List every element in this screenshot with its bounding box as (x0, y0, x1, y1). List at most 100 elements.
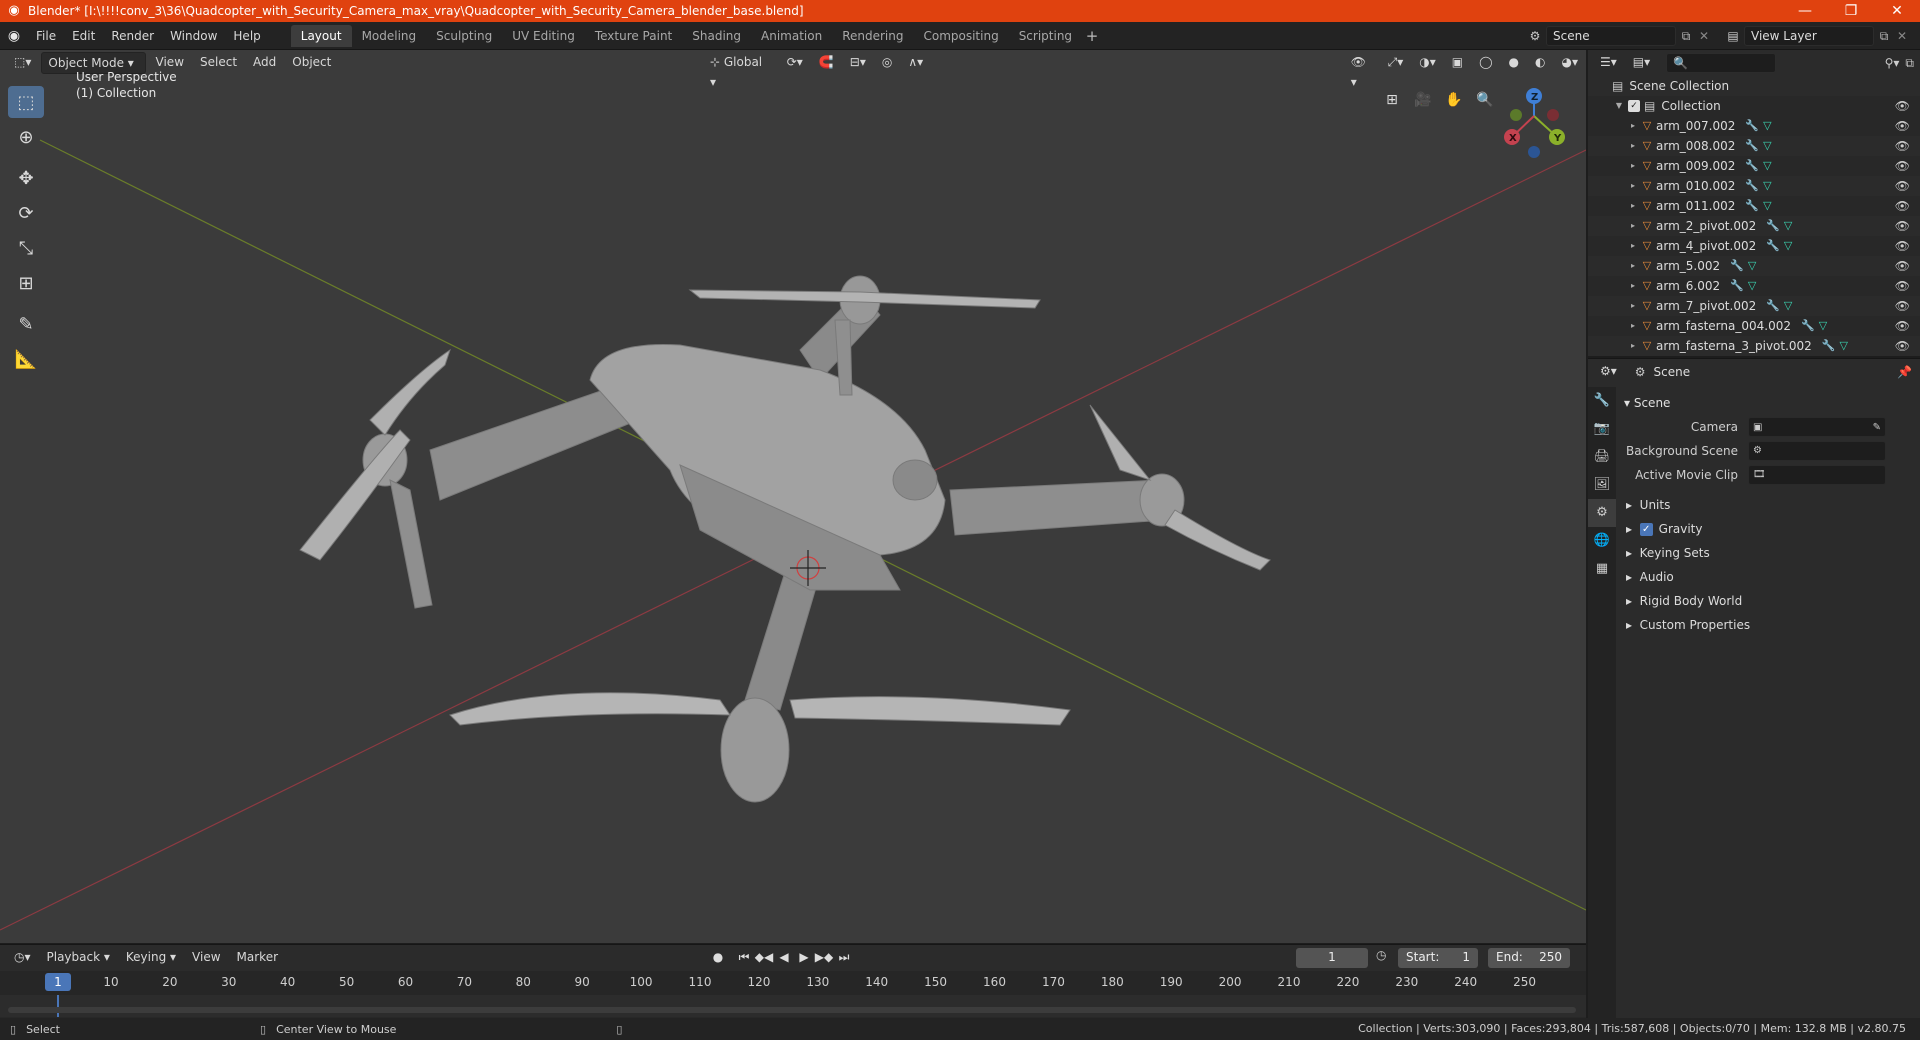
mesh-data-icon[interactable]: ▽ (1763, 136, 1771, 156)
expand-icon[interactable]: ▸ (1628, 156, 1638, 176)
xray-icon[interactable]: ▣ (1446, 52, 1469, 74)
eye-icon[interactable]: 👁 (1895, 216, 1910, 236)
mesh-data-icon[interactable]: ▽ (1784, 296, 1792, 316)
remove-scene-icon[interactable]: ✕ (1696, 29, 1712, 43)
outliner-object-row[interactable]: ▸ ▽ arm_4_pivot.002 🔧 ▽ 👁 (1588, 236, 1920, 256)
expand-icon[interactable]: ▸ (1628, 216, 1638, 236)
outliner-object-row[interactable]: ▸ ▽ arm_2_pivot.002 🔧 ▽ 👁 (1588, 216, 1920, 236)
scale-tool-icon[interactable]: ⤡ (8, 232, 44, 264)
mesh-data-icon[interactable]: ▽ (1784, 216, 1792, 236)
tab-modeling[interactable]: Modeling (352, 25, 427, 47)
scene-icon[interactable]: ⚙ (1524, 29, 1546, 43)
modifier-wrench-icon[interactable]: 🔧 (1745, 196, 1759, 216)
prev-keyframe-icon[interactable]: ◆◀ (754, 947, 774, 967)
outliner-scene-collection[interactable]: ▤ Scene Collection (1588, 76, 1920, 96)
scene-panel-header[interactable]: ▾ Scene (1618, 391, 1918, 415)
outliner-object-row[interactable]: ▸ ▽ arm_7_pivot.002 🔧 ▽ 👁 (1588, 296, 1920, 316)
expand-icon[interactable]: ▸ (1628, 136, 1638, 156)
new-scene-icon[interactable]: ⧉ (1676, 29, 1696, 44)
timeline-body[interactable] (0, 995, 1586, 1017)
record-icon[interactable]: ● (708, 947, 728, 967)
filter-icon[interactable]: ⚲▾ (1885, 56, 1900, 70)
menu-help[interactable]: Help (225, 22, 268, 50)
menu-edit[interactable]: Edit (64, 22, 103, 50)
menu-render[interactable]: Render (103, 22, 162, 50)
modifier-wrench-icon[interactable]: 🔧 (1766, 296, 1780, 316)
outliner-object-row[interactable]: ▸ ▽ arm_009.002 🔧 ▽ 👁 (1588, 156, 1920, 176)
outliner-object-row[interactable]: ▸ ▽ arm_fasterna_3_pivot.002 🔧 ▽ 👁 (1588, 336, 1920, 356)
tool-tab-icon[interactable]: 🔧 (1588, 387, 1616, 415)
minimize-button[interactable]: — (1782, 3, 1828, 19)
menu-window[interactable]: Window (162, 22, 225, 50)
viewport-menu-add[interactable]: Add (247, 52, 282, 74)
tab-layout[interactable]: Layout (290, 24, 352, 47)
eye-icon[interactable]: 👁 (1895, 256, 1910, 276)
tab-scripting[interactable]: Scripting (1009, 25, 1082, 47)
eye-icon[interactable]: 👁 (1895, 196, 1910, 216)
move-tool-icon[interactable]: ✥ (8, 162, 44, 194)
tab-rendering[interactable]: Rendering (832, 25, 913, 47)
end-frame-field[interactable]: End: 250 (1488, 948, 1570, 968)
tab-sculpting[interactable]: Sculpting (426, 25, 502, 47)
select-box-tool-icon[interactable]: ⬚ (8, 86, 44, 118)
blender-menu-icon[interactable]: ◉ (0, 28, 28, 44)
view-layer-field[interactable]: View Layer (1744, 26, 1874, 46)
pivot-point-icon[interactable]: ⟳▾ (781, 52, 809, 74)
outliner-search-icon[interactable]: 🔍 (1666, 53, 1777, 73)
eye-icon[interactable]: 👁 (1895, 336, 1910, 356)
eye-icon[interactable]: 👁 (1895, 276, 1910, 296)
timeline-menu-keying[interactable]: Keying ▾ (120, 947, 182, 969)
eye-icon[interactable]: 👁 (1895, 96, 1910, 116)
cursor-tool-icon[interactable]: ⊕ (8, 121, 44, 153)
tab-animation[interactable]: Animation (751, 25, 832, 47)
mesh-data-icon[interactable]: ▽ (1748, 256, 1756, 276)
output-tab-icon[interactable]: 🖨 (1588, 443, 1616, 471)
mesh-data-icon[interactable]: ▽ (1748, 276, 1756, 296)
outliner-object-row[interactable]: ▸ ▽ arm_5.002 🔧 ▽ 👁 (1588, 256, 1920, 276)
gizmo-toggle-icon[interactable]: ⤢▾ (1382, 52, 1410, 74)
outliner-object-row[interactable]: ▸ ▽ arm_fasterna_004.002 🔧 ▽ 👁 (1588, 316, 1920, 336)
tab-uv-editing[interactable]: UV Editing (502, 25, 585, 47)
background-scene-field[interactable]: ⚙ (1748, 441, 1886, 461)
camera-view-icon[interactable]: 🎥 (1409, 86, 1437, 114)
mesh-data-icon[interactable]: ▽ (1763, 156, 1771, 176)
play-icon[interactable]: ▶ (794, 947, 814, 967)
timeline-editor-type-icon[interactable]: ◷▾ (8, 947, 37, 969)
solid-shading-icon[interactable]: ● (1503, 52, 1525, 74)
outliner-object-row[interactable]: ▸ ▽ arm_008.002 🔧 ▽ 👁 (1588, 136, 1920, 156)
mesh-data-icon[interactable]: ▽ (1763, 176, 1771, 196)
keying-sets-subpanel[interactable]: ▸ Keying Sets (1618, 541, 1918, 565)
new-view-layer-icon[interactable]: ⧉ (1874, 29, 1894, 44)
eye-icon[interactable]: 👁 (1895, 236, 1910, 256)
modifier-wrench-icon[interactable]: 🔧 (1766, 216, 1780, 236)
expand-icon[interactable]: ▸ (1628, 196, 1638, 216)
maximize-button[interactable]: ❐ (1828, 3, 1874, 19)
rotate-tool-icon[interactable]: ⟳ (8, 197, 44, 229)
annotate-tool-icon[interactable]: ✎ (8, 308, 44, 340)
eye-icon[interactable]: 👁 (1895, 296, 1910, 316)
mesh-data-icon[interactable]: ▽ (1840, 336, 1848, 356)
gravity-subpanel[interactable]: ▸ ✓ Gravity (1618, 517, 1918, 541)
timeline-menu-playback[interactable]: Playback ▾ (41, 947, 116, 969)
modifier-wrench-icon[interactable]: 🔧 (1801, 316, 1815, 336)
new-collection-icon[interactable]: ⧉ (1905, 56, 1914, 71)
toggle-ortho-icon[interactable]: ⊞ (1378, 86, 1406, 114)
timeline-scrollbar[interactable] (8, 1007, 1576, 1013)
scene-name-field[interactable]: Scene (1546, 26, 1676, 46)
mesh-data-icon[interactable]: ▽ (1784, 236, 1792, 256)
mesh-data-icon[interactable]: ▽ (1763, 116, 1771, 136)
collapse-icon[interactable]: ▼ (1614, 96, 1624, 116)
play-reverse-icon[interactable]: ◀ (774, 947, 794, 967)
jump-start-icon[interactable]: ⏮ (734, 947, 754, 967)
display-mode-icon[interactable]: ▤▾ (1627, 52, 1656, 74)
auto-keying-clock-icon[interactable]: ◷ (1376, 948, 1386, 962)
material-shading-icon[interactable]: ◐ (1529, 52, 1551, 74)
units-subpanel[interactable]: ▸ Units (1618, 493, 1918, 517)
start-frame-field[interactable]: Start: 1 (1398, 948, 1478, 968)
expand-icon[interactable]: ▸ (1628, 176, 1638, 196)
transform-orientation-dropdown[interactable]: ⊹ Global ▾ (704, 52, 777, 89)
menu-file[interactable]: File (28, 22, 64, 50)
measure-tool-icon[interactable]: 📐 (8, 343, 44, 375)
tab-compositing[interactable]: Compositing (913, 25, 1008, 47)
timeline-menu-marker[interactable]: Marker (231, 947, 284, 969)
